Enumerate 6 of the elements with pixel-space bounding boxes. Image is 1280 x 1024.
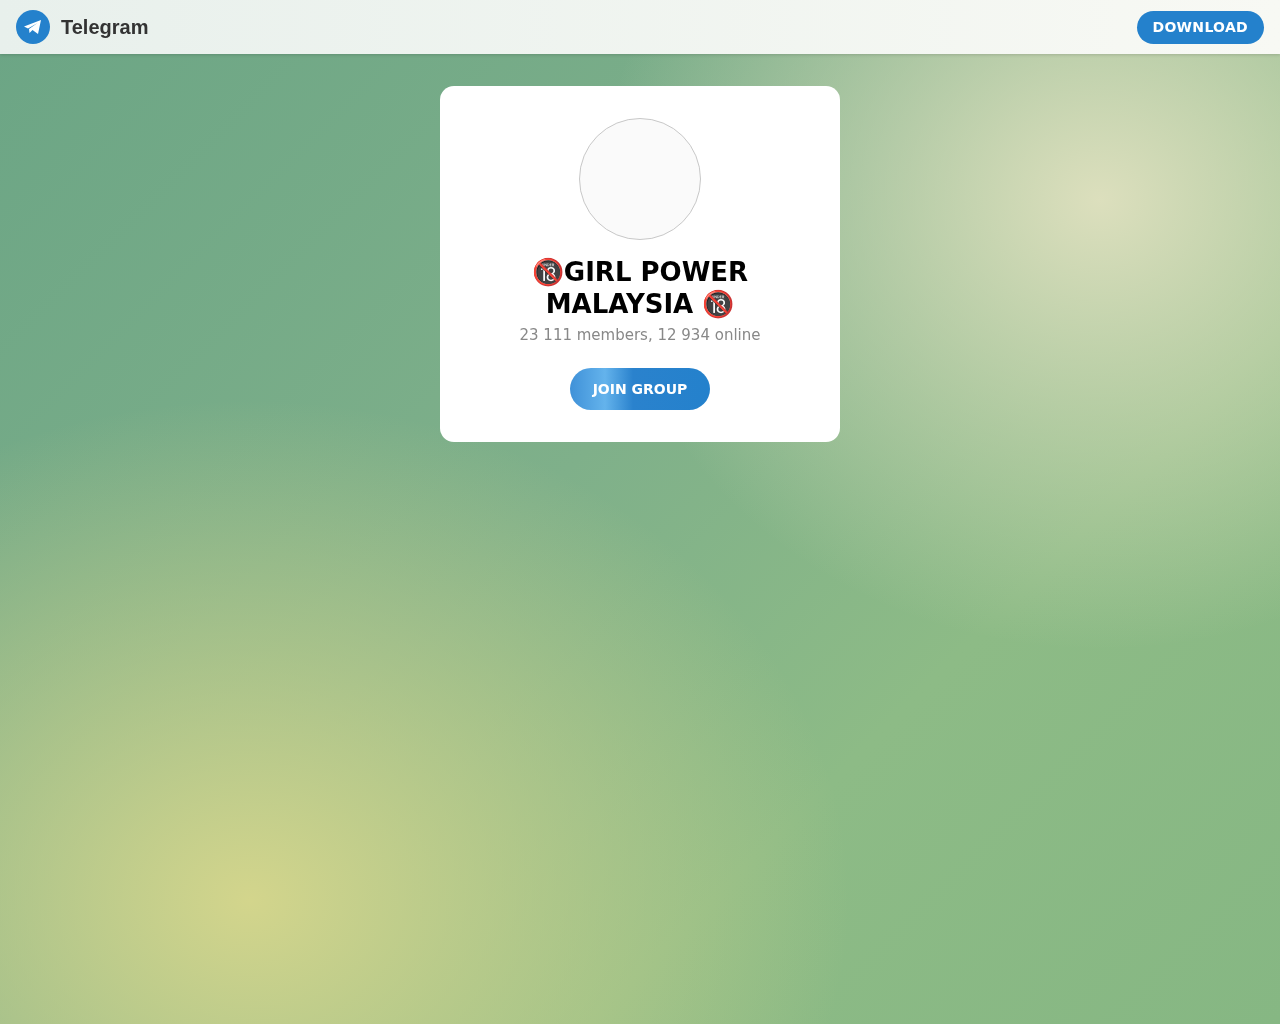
brand-name: Telegram bbox=[61, 15, 149, 39]
group-title: 🔞GIRL POWER MALAYSIA 🔞 bbox=[530, 256, 750, 320]
join-group-button[interactable]: JOIN GROUP bbox=[569, 368, 711, 410]
download-button[interactable]: DOWNLOAD bbox=[1136, 10, 1264, 44]
telegram-logo-icon bbox=[16, 10, 50, 44]
member-count: 23 111 members, 12 934 online bbox=[519, 326, 761, 344]
